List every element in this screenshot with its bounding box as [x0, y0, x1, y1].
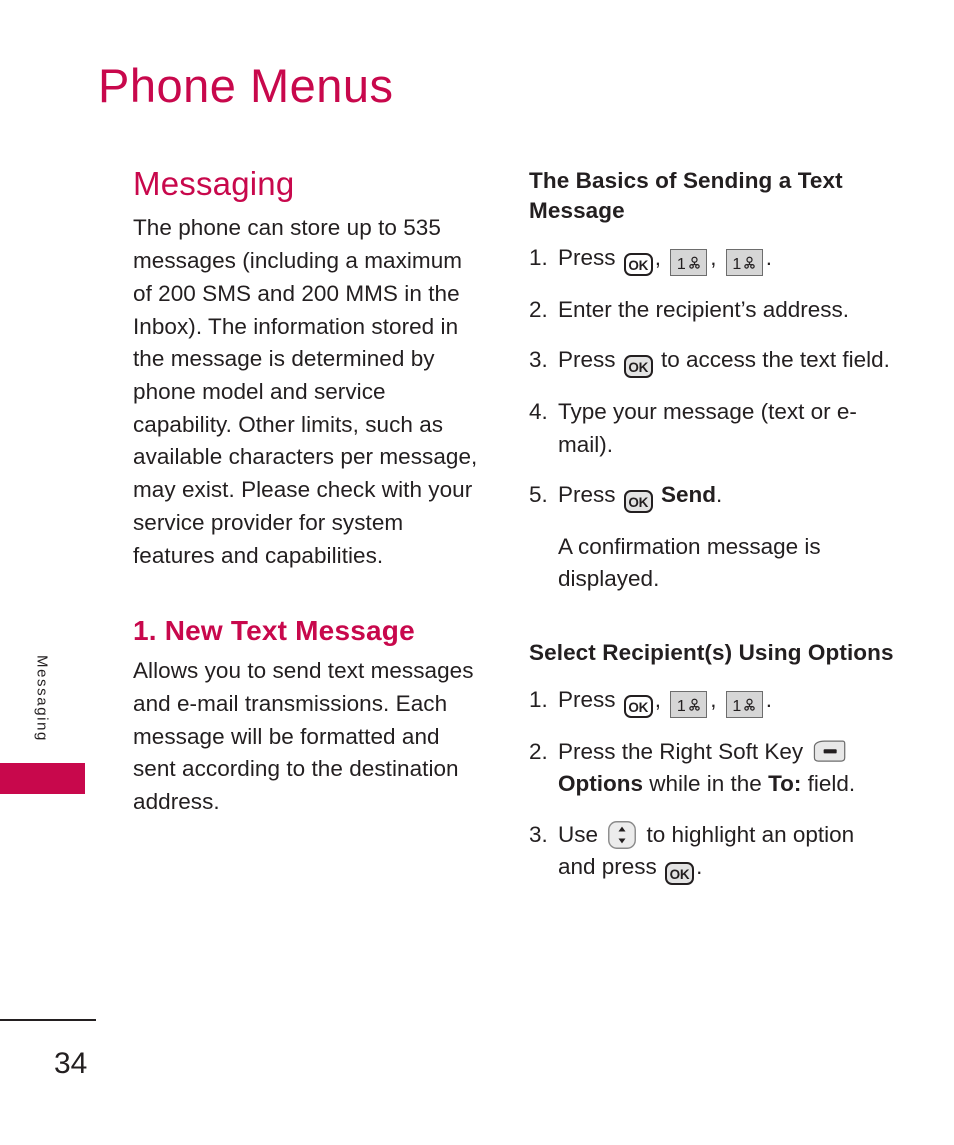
- step-number: 2.: [529, 296, 548, 322]
- navigation-up-down-key-icon: [607, 820, 637, 850]
- select-recipients-heading: Select Recipient(s) Using Options: [529, 639, 894, 665]
- instruction-step: 5. Press OK Send.: [529, 479, 895, 514]
- number-one-key-icon: 1: [725, 248, 763, 276]
- select-recipients-steps: 1. Press OK, 1, 1. 2. Press the Right Soft …: [529, 684, 895, 885]
- messaging-heading: Messaging: [133, 165, 295, 202]
- voicemail-glyph-icon: [688, 250, 701, 269]
- key-digit: 1: [732, 255, 742, 273]
- basics-of-sending-heading: The Basics of Sending a Text Message: [529, 168, 843, 223]
- page-title: Phone Menus: [98, 59, 394, 112]
- document-page: Messaging Phone Menus Messaging The phon…: [0, 0, 954, 1145]
- step-number: 2.: [529, 738, 548, 764]
- instruction-step: 1. Press OK, 1, 1.: [529, 242, 895, 276]
- step-number: 3.: [529, 347, 548, 373]
- right-column: The Basics of Sending a Text Message 1. P…: [529, 166, 895, 903]
- voicemail-glyph-icon: [743, 250, 756, 269]
- step-text: Press the Right Soft Key Options while i…: [558, 738, 856, 797]
- number-one-key-icon: 1: [725, 690, 763, 718]
- key-digit: 1: [676, 255, 686, 273]
- step-number: 4.: [529, 399, 548, 425]
- ok-key-icon: OK: [623, 694, 653, 718]
- instruction-step: 1. Press OK, 1, 1.: [529, 684, 895, 718]
- key-digit: 1: [676, 697, 686, 715]
- instruction-step: 3. Use to highlight an option and press O…: [529, 819, 895, 885]
- number-one-key-icon: 1: [670, 690, 708, 718]
- step-number: 3.: [529, 821, 548, 847]
- emphasis-text: To:: [768, 771, 802, 797]
- step-text: Type your message (text or e-mail).: [558, 399, 857, 457]
- number-one-key-icon: 1: [670, 248, 708, 276]
- emphasis-text: Options: [558, 771, 643, 797]
- voicemail-glyph-icon: [688, 692, 701, 711]
- instruction-step: 2. Press the Right Soft Key Options while…: [529, 736, 895, 801]
- step-text: Press OK, 1, 1.: [558, 687, 772, 718]
- step-text: Press OK to access the text field.: [558, 347, 890, 379]
- messaging-intro-paragraph: The phone can store up to 535 messages (…: [133, 215, 478, 568]
- ok-key-icon: OK: [623, 355, 653, 379]
- new-text-message-paragraph: Allows you to send text messages and e-m…: [133, 658, 474, 815]
- instruction-step: 3. Press OK to access the text field.: [529, 344, 895, 379]
- new-text-message-heading: 1. New Text Message: [133, 615, 415, 647]
- ok-key-icon: OK: [665, 861, 695, 885]
- step-text: Use to highlight an option and press OK.: [558, 820, 854, 885]
- step-text: Press OK, 1, 1.: [558, 245, 772, 276]
- side-tab-marker: [0, 763, 85, 794]
- voicemail-glyph-icon: [743, 692, 756, 711]
- instruction-step: 2. Enter the recipient’s address.: [529, 294, 895, 326]
- ok-key-icon: OK: [623, 490, 653, 514]
- confirmation-note: A confirmation message is displayed.: [558, 534, 821, 592]
- basics-of-sending-steps: 1. Press OK, 1, 1. 2. Enter the recipient’s…: [529, 242, 895, 514]
- page-number: 34: [54, 1047, 88, 1080]
- step-number: 5.: [529, 482, 548, 508]
- side-tab-label: Messaging: [33, 655, 51, 742]
- step-text: Press OK Send.: [558, 482, 722, 514]
- step-number: 1.: [529, 686, 548, 712]
- right-soft-key-icon: [812, 740, 846, 763]
- emphasis-text: Send: [661, 482, 717, 508]
- footer-rule: [0, 1019, 96, 1021]
- ok-key-icon: OK: [623, 252, 653, 276]
- step-text: Enter the recipient’s address.: [558, 296, 849, 322]
- key-digit: 1: [732, 697, 742, 715]
- instruction-step: 4. Type your message (text or e-mail).: [529, 396, 895, 461]
- step-number: 1.: [529, 244, 548, 270]
- left-column: Messaging The phone can store up to 535 …: [133, 165, 483, 825]
